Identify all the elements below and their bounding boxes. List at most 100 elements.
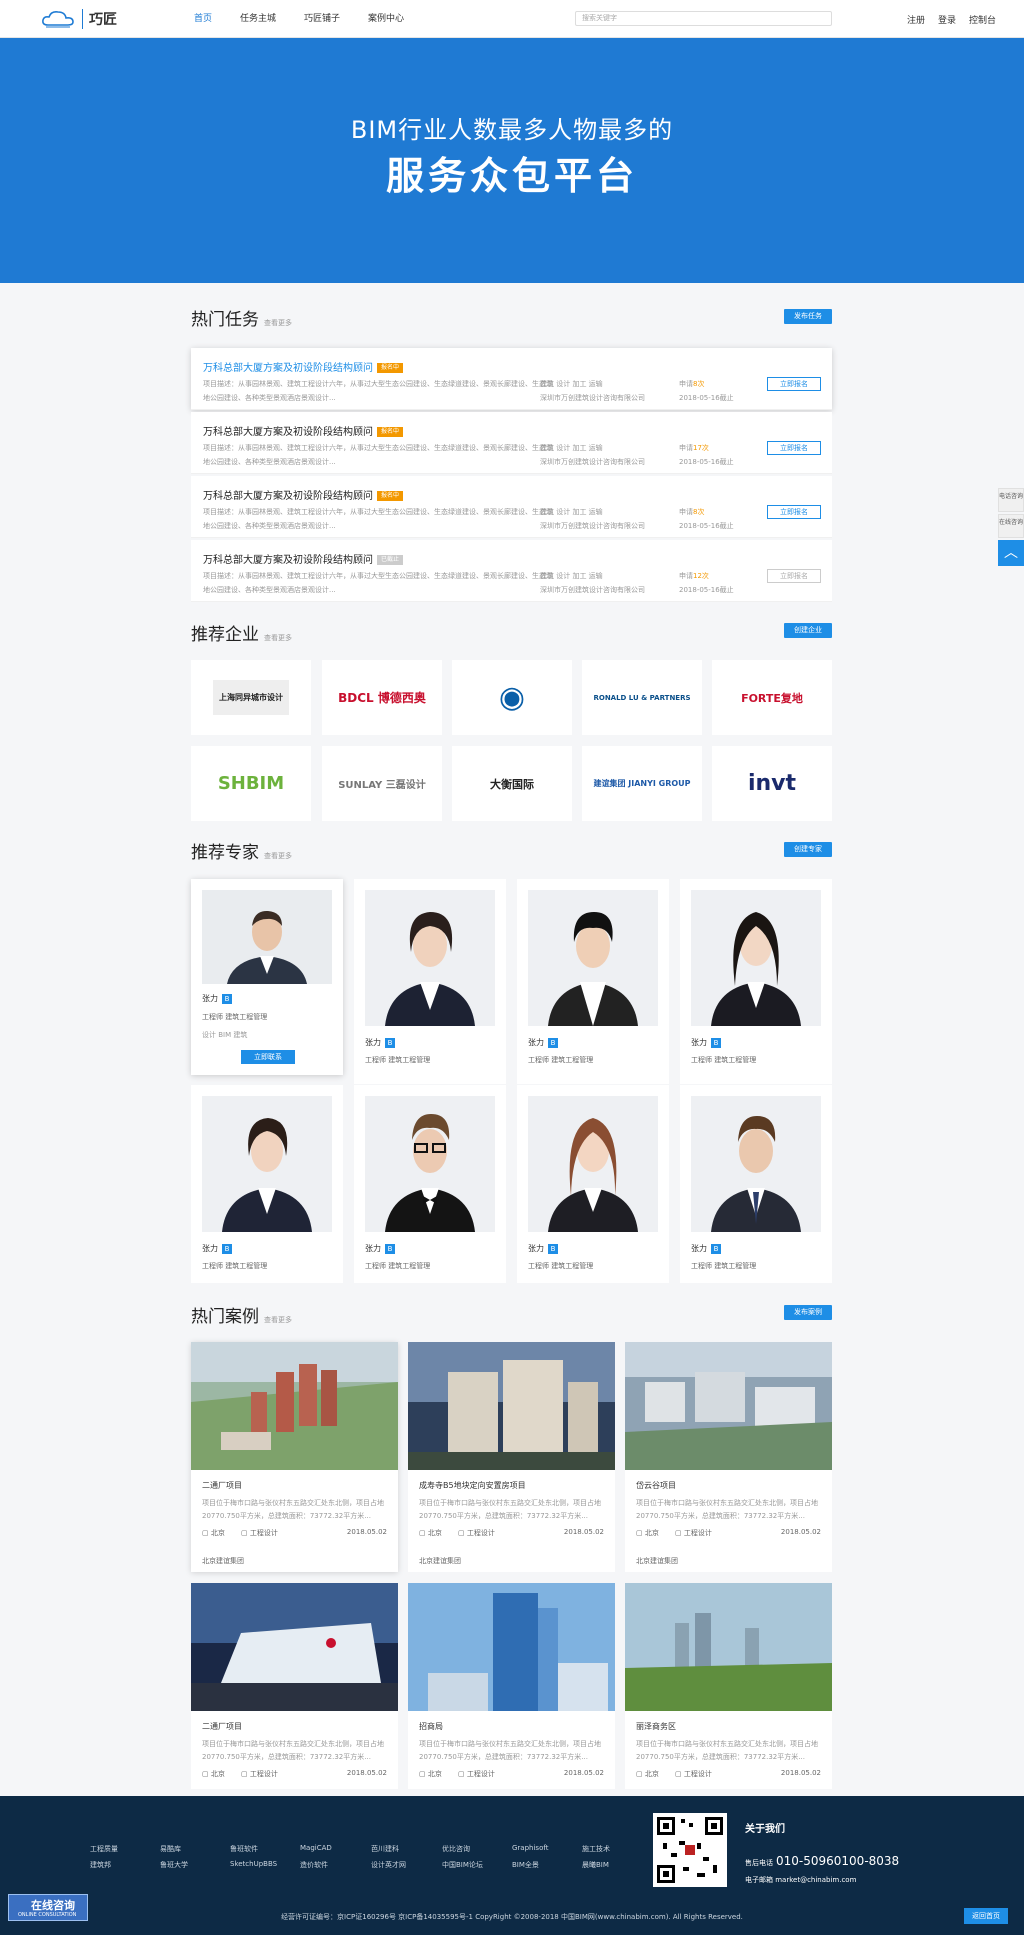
task-item[interactable]: 万科总部大厦方案及初设阶段结构顾问 报名中 项目描述：从事园林景观、建筑工程设计六… [191, 348, 832, 410]
case-title[interactable]: 招商局 [419, 1721, 443, 1732]
case-desc: 项目位于梅市口路与张仪村东五路交汇处东北侧，项目占地20770.750平方米，总… [636, 1499, 818, 1520]
case-image[interactable] [191, 1342, 398, 1470]
sidebar-online[interactable]: 在线咨询 [998, 514, 1024, 538]
enterprise-logo[interactable]: SUNLAY 三磊设计 [322, 746, 442, 821]
case-type: ▢ 工程设计 [458, 1529, 495, 1537]
experts-more[interactable]: 查看更多 [264, 852, 292, 860]
case-title[interactable]: 二通厂项目 [202, 1480, 242, 1491]
enterprise-logo[interactable]: SHBIM [191, 746, 311, 821]
footer-link[interactable]: 鲁班大学 [160, 1860, 188, 1870]
hot-tasks-more[interactable]: 查看更多 [264, 319, 292, 327]
expert-card[interactable]: 张力 B 工程师 建筑工程管理 [517, 1085, 669, 1283]
case-card[interactable]: 二通厂项目 项目位于梅市口路与张仪村东五路交汇处东北侧，项目占地20770.75… [191, 1342, 398, 1572]
nav-home[interactable]: 首页 [180, 0, 226, 38]
console-link[interactable]: 控制台 [969, 13, 996, 26]
case-title[interactable]: 成寿寺B5地块定向安置房项目 [419, 1480, 526, 1491]
expert-card[interactable]: 张力 B 工程师 建筑工程管理 [354, 879, 506, 1084]
task-title[interactable]: 万科总部大厦方案及初设阶段结构顾问 报名中 [203, 487, 404, 502]
case-title[interactable]: 岱云谷项目 [636, 1480, 676, 1491]
footer-link[interactable]: 工程质量 [90, 1844, 118, 1854]
task-item[interactable]: 万科总部大厦方案及初设阶段结构顾问 报名中 项目描述：从事园林景观、建筑工程设计六… [191, 476, 832, 538]
section-title-text: 热门案例 [191, 1307, 259, 1327]
footer-link[interactable]: 晨曦BIM [582, 1860, 609, 1870]
apply-now-button[interactable]: 立即报名 [767, 569, 821, 583]
apply-now-button[interactable]: 立即报名 [767, 505, 821, 519]
case-card[interactable]: 二通厂项目 项目位于梅市口路与张仪村东五路交汇处东北侧，项目占地20770.75… [191, 1583, 398, 1789]
footer-link[interactable]: 优比咨询 [442, 1844, 470, 1854]
case-image[interactable] [625, 1342, 832, 1470]
nav-tasks[interactable]: 任务主城 [226, 0, 290, 38]
enterprise-logo[interactable]: RONALD LU & PARTNERS [582, 660, 702, 735]
case-card[interactable]: 成寿寺B5地块定向安置房项目 项目位于梅市口路与张仪村东五路交汇处东北侧，项目占… [408, 1342, 615, 1572]
nav-cases[interactable]: 案例中心 [354, 0, 418, 38]
site-logo[interactable]: 巧匠 [40, 8, 117, 30]
scroll-top-icon[interactable]: ︿ [998, 540, 1024, 566]
case-card[interactable]: 岱云谷项目 项目位于梅市口路与张仪村东五路交汇处东北侧，项目占地20770.75… [625, 1342, 832, 1572]
expert-card[interactable]: 张力 B 工程师 建筑工程管理 [191, 1085, 343, 1283]
expert-card[interactable]: 张力 B 工程师 建筑工程管理 [680, 879, 832, 1084]
expert-card[interactable]: 张力 B 工程师 建筑工程管理 [517, 879, 669, 1084]
enterprise-logo[interactable]: BDCL 博德西奥 [322, 660, 442, 735]
login-link[interactable]: 登录 [938, 13, 956, 26]
enterprise-logo[interactable]: 建谊集团 JIANYI GROUP [582, 746, 702, 821]
apply-now-button[interactable]: 立即报名 [767, 377, 821, 391]
create-expert-button[interactable]: 创建专家 [784, 842, 832, 857]
task-title[interactable]: 万科总部大厦方案及初设阶段结构顾问 报名中 [203, 423, 404, 438]
create-enterprise-button[interactable]: 创建企业 [784, 623, 832, 638]
footer-link[interactable]: 设计英才网 [371, 1860, 406, 1870]
case-title[interactable]: 丽泽商务区 [636, 1721, 676, 1732]
footer-link[interactable]: 中国BIM论坛 [442, 1860, 483, 1870]
expert-card[interactable]: 张力 B 工程师 建筑工程管理 [354, 1085, 506, 1283]
task-item[interactable]: 万科总部大厦方案及初设阶段结构顾问 报名中 项目描述：从事园林景观、建筑工程设计六… [191, 412, 832, 474]
expert-card[interactable]: 张力 B 工程师 建筑工程管理 设计 BIM 建筑 立即联系 [191, 879, 343, 1075]
about-us-heading[interactable]: 关于我们 [745, 1820, 785, 1835]
case-card[interactable]: 丽泽商务区 项目位于梅市口路与张仪村东五路交汇处东北侧，项目占地20770.75… [625, 1583, 832, 1789]
register-link[interactable]: 注册 [907, 13, 925, 26]
cases-more[interactable]: 查看更多 [264, 1316, 292, 1324]
footer-link[interactable]: Graphisoft [512, 1844, 548, 1852]
publish-task-button[interactable]: 发布任务 [784, 309, 832, 324]
footer-link[interactable]: MagiCAD [300, 1844, 332, 1852]
expert-card[interactable]: 张力 B 工程师 建筑工程管理 [680, 1085, 832, 1283]
publish-case-button[interactable]: 发布案例 [784, 1305, 832, 1320]
case-card[interactable]: 招商局 项目位于梅市口路与张仪村东五路交汇处东北侧，项目占地20770.750平… [408, 1583, 615, 1789]
enterprise-logo[interactable]: invt [712, 746, 832, 821]
task-item[interactable]: 万科总部大厦方案及初设阶段结构顾问 已截止 项目描述：从事园林景观、建筑工程设计六… [191, 540, 832, 602]
enterprises-title: 推荐企业 查看更多 [191, 620, 292, 645]
footer-link[interactable]: 鲁班软件 [230, 1844, 258, 1854]
case-date: 2018.05.02 [563, 1769, 604, 1777]
search-input[interactable]: 搜索关键字 [575, 11, 832, 26]
case-image[interactable] [191, 1583, 398, 1711]
bim-badge-icon: B [548, 1243, 558, 1254]
footer-link[interactable]: 芭川建科 [371, 1844, 399, 1854]
footer-link[interactable]: 施工技术 [582, 1844, 610, 1854]
sidebar-phone[interactable]: 电话咨询 [998, 488, 1024, 512]
apply-now-button[interactable]: 立即报名 [767, 441, 821, 455]
footer-link[interactable]: 建筑邦 [90, 1860, 111, 1870]
bim-badge-icon: B [385, 1243, 395, 1254]
online-chat-button[interactable]: 在线咨询 ONLINE CONSULTATION [8, 1894, 88, 1921]
expert-avatar [528, 890, 658, 1026]
footer-link[interactable]: 易酷库 [160, 1844, 181, 1854]
footer-link[interactable]: SketchUpBBS [230, 1860, 277, 1868]
task-title[interactable]: 万科总部大厦方案及初设阶段结构顾问 报名中 [203, 359, 404, 374]
footer-link[interactable]: 造价软件 [300, 1860, 328, 1870]
expert-name: 张力 B [365, 1037, 395, 1048]
enterprise-logo[interactable]: ◉ [452, 660, 572, 735]
task-title[interactable]: 万科总部大厦方案及初设阶段结构顾问 已截止 [203, 551, 404, 566]
enterprise-logo[interactable]: 上海同异城市设计 [191, 660, 311, 735]
contact-now-button[interactable]: 立即联系 [241, 1050, 295, 1064]
enterprise-logo[interactable]: 大衡国际 [452, 746, 572, 821]
enterprise-logo[interactable]: FORTE复地 [712, 660, 832, 735]
back-home-button[interactable]: 返回首页 [964, 1908, 1008, 1924]
footer-link[interactable]: BIM全景 [512, 1860, 539, 1870]
case-image[interactable] [625, 1583, 832, 1711]
task-apply-count: 申请12次 [679, 571, 709, 581]
enterprises-more[interactable]: 查看更多 [264, 634, 292, 642]
case-image[interactable] [408, 1342, 615, 1470]
case-title[interactable]: 二通厂项目 [202, 1721, 242, 1732]
task-desc: 项目描述：从事园林景观、建筑工程设计六年，从事过大型生态公园建设、生态绿道建设、… [203, 508, 553, 530]
case-image[interactable] [408, 1583, 615, 1711]
apply-label: 申请 [679, 508, 693, 516]
nav-shops[interactable]: 巧匠铺子 [290, 0, 354, 38]
